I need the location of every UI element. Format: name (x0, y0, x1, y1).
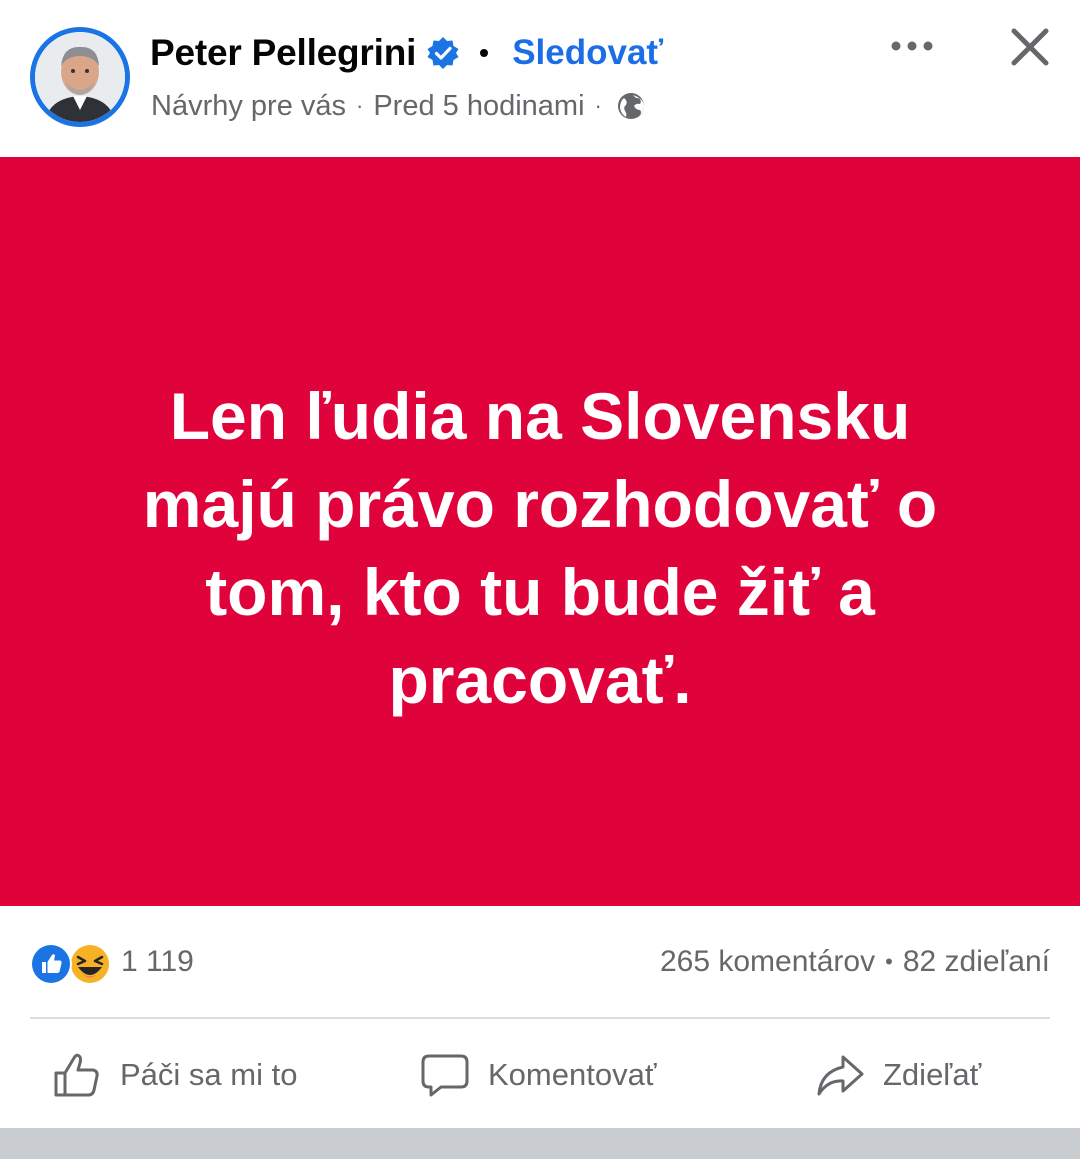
post-text-line: tom, kto tu bude žiť a (205, 555, 875, 629)
thumbs-up-icon (54, 1053, 99, 1097)
author-row: Peter Pellegrini Sledovať (150, 28, 663, 78)
comment-button[interactable]: Komentovať (420, 1030, 656, 1120)
share-label: Zdieľať (883, 1057, 982, 1092)
like-label: Páči sa mi to (120, 1057, 298, 1092)
close-icon[interactable] (1008, 25, 1052, 69)
reaction-icons[interactable] (30, 943, 110, 985)
post-text: Len ľudia na Slovensku majú právo rozhod… (110, 372, 970, 724)
haha-reaction-icon (71, 945, 109, 983)
author-name[interactable]: Peter Pellegrini (150, 32, 416, 74)
engagement-counts: 265 komentárov • 82 zdieľaní (660, 945, 1050, 979)
post-text-line: Len ľudia na Slovensku (169, 379, 911, 453)
comments-count[interactable]: 265 komentárov (660, 945, 875, 979)
profile-photo (35, 32, 125, 122)
follow-button[interactable]: Sledovať (512, 33, 663, 73)
post-stats: 1 119 265 komentárov • 82 zdieľaní (0, 935, 1080, 991)
post-background-card[interactable]: Len ľudia na Slovensku majú právo rozhod… (0, 157, 1080, 906)
verified-badge-icon (427, 37, 459, 69)
share-arrow-icon (817, 1055, 864, 1096)
post-header: Peter Pellegrini Sledovať Návrhy pre vás… (0, 0, 1080, 157)
counts-separator: • (885, 949, 893, 974)
post-text-line: majú právo rozhodovať o (142, 467, 938, 541)
comment-label: Komentovať (488, 1057, 657, 1092)
meta-separator: · (594, 93, 602, 118)
avatar[interactable] (30, 27, 130, 127)
divider (30, 1017, 1050, 1019)
timestamp[interactable]: Pred 5 hodinami (373, 90, 584, 123)
action-bar: Páči sa mi to Komentovať Zdieľať (0, 1030, 1080, 1120)
meta-separator: · (356, 93, 364, 118)
like-reaction-icon (30, 943, 72, 985)
separator-dot (480, 49, 489, 57)
like-button[interactable]: Páči sa mi to (52, 1030, 297, 1120)
suggestion-label: Návrhy pre vás (151, 89, 347, 122)
more-dots-icon[interactable] (888, 30, 936, 62)
reaction-count[interactable]: 1 119 (121, 945, 194, 979)
post-meta: Návrhy pre vás · Pred 5 hodinami · (151, 86, 646, 126)
shares-count[interactable]: 82 zdieľaní (903, 945, 1050, 979)
post-text-line: pracovať. (388, 643, 692, 717)
comment-bubble-icon (421, 1054, 469, 1097)
share-button[interactable]: Zdieľať (815, 1030, 981, 1120)
feed-separator (0, 1128, 1080, 1159)
globe-icon (617, 93, 644, 119)
